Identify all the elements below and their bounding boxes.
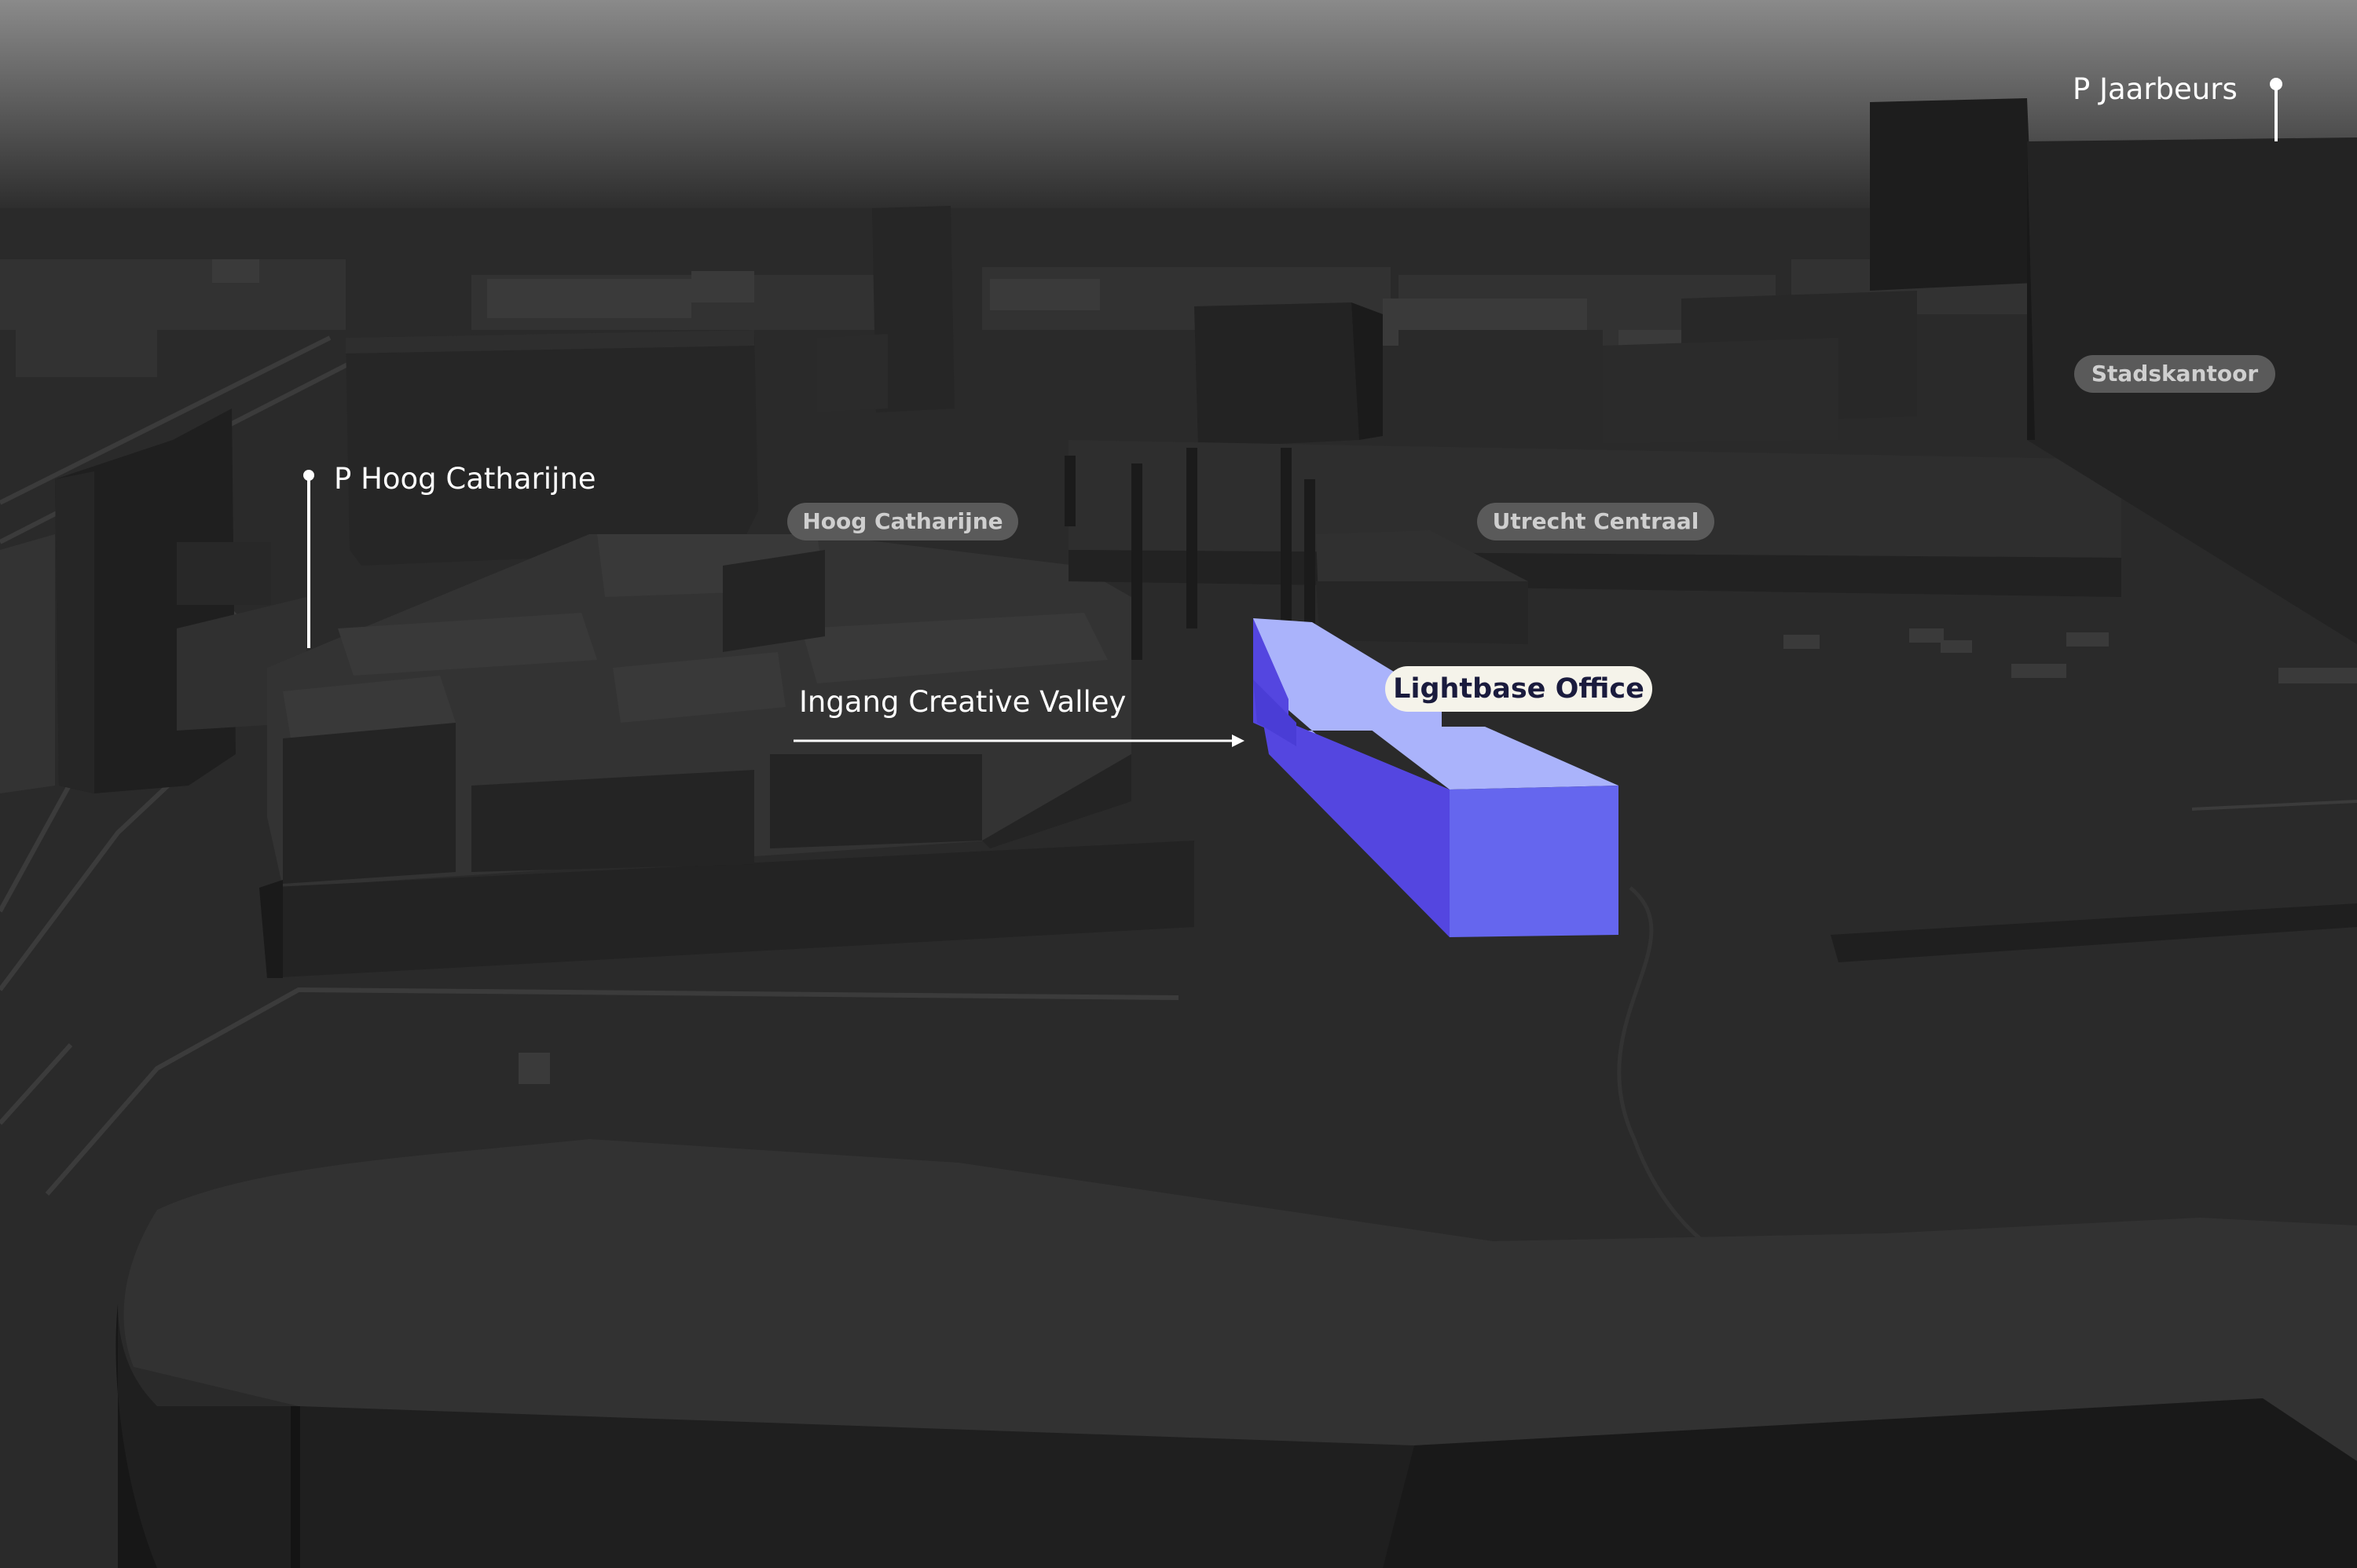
- label-hoog-catharijne[interactable]: Hoog Catharijne: [787, 503, 1018, 540]
- stadskantoor-building: [1870, 98, 2035, 291]
- map-canvas[interactable]: Hoog Catharijne Utrecht Centraal Stadska…: [0, 0, 2357, 1568]
- callout-p-hoog-catharijne[interactable]: P Hoog Catharijne: [334, 462, 596, 496]
- map-3d-buildings: [0, 0, 2357, 1568]
- label-lightbase-office[interactable]: Lightbase Office: [1385, 666, 1652, 712]
- callout-ingang-creative-valley[interactable]: Ingang Creative Valley: [799, 685, 1126, 719]
- label-utrecht-centraal[interactable]: Utrecht Centraal: [1477, 503, 1714, 540]
- label-stadskantoor[interactable]: Stadskantoor: [2074, 355, 2275, 393]
- callout-p-jaarbeurs[interactable]: P Jaarbeurs: [2073, 72, 2238, 106]
- hoog-catharijne-back-block: [346, 330, 758, 566]
